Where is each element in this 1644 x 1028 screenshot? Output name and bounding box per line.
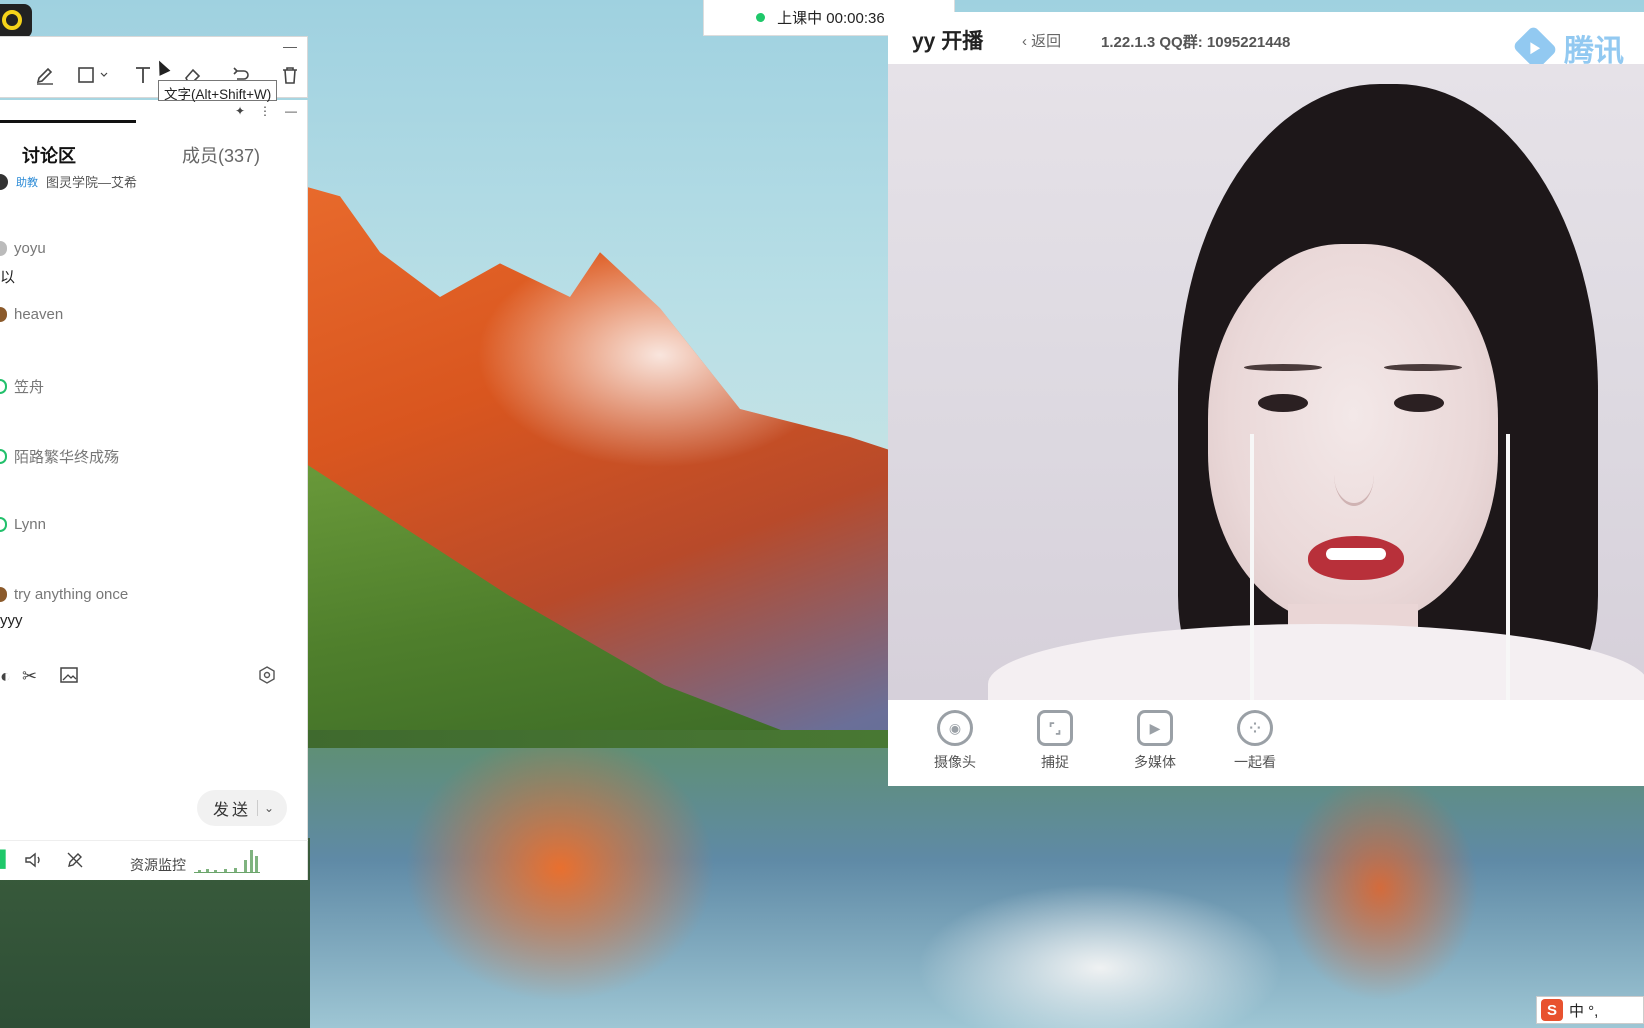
sogou-ime-icon: S [1541,999,1563,1021]
mute-edit-icon[interactable] [66,851,84,874]
avatar [0,379,7,394]
webcam-video [888,64,1644,700]
camera-label: 摄像头 [934,754,976,770]
timer-label: 上课中 00:00:36 [777,10,885,27]
assistant-name: 图灵学院—艾希 [46,175,138,190]
film-reel-icon: ⁘ [1237,710,1273,746]
avatar [0,517,7,532]
stream-toolbar: ◉ 摄像头 ⌜⌟ 捕捉 ▶ 多媒体 ⁘ 一起看 [888,700,1644,786]
chat-input-tools: ◐ ✂ [0,666,308,696]
version-info: 1.22.1.3 QQ群: 1095221448 [1101,34,1291,51]
avatar [0,587,7,602]
send-button[interactable]: 发送 ⌄ [197,790,287,826]
back-button[interactable]: ‹ 返回 [1022,30,1061,51]
more-icon[interactable]: ⋮ [259,104,271,118]
emoji-icon[interactable]: ◐ [0,666,11,687]
sender-name: heaven [14,306,64,323]
camera-icon: ◉ [937,710,973,746]
avatar [0,307,7,322]
earphone-cable [1506,434,1510,700]
capture-button[interactable]: ⌜⌟ 捕捉 [1020,710,1090,772]
mic-icon[interactable]: ▌ [0,851,11,869]
list-item: heaven [0,306,63,323]
stream-app-logo: yy 开播 [912,30,984,53]
list-item: 陌路繁华终成殇 [0,446,119,467]
app-logo-icon[interactable] [0,4,32,38]
avatar [0,241,7,256]
message-text: 以 [0,269,16,286]
tab-members[interactable]: 成员(337) [182,142,260,168]
list-item: 笠舟 [0,376,44,397]
send-label: 发送 [213,802,252,819]
watch-together-button[interactable]: ⁘ 一起看 [1220,710,1290,772]
capture-icon: ⌜⌟ [1037,710,1073,746]
resource-monitor-graph[interactable] [194,849,260,873]
assistant-badge: 助教 [16,176,38,189]
chevron-down-icon[interactable]: ⌄ [264,801,274,815]
pin-icon[interactable]: ✦ [235,104,245,118]
sender-name: yoyu [14,240,46,257]
list-item: try anything once yyy [0,586,128,629]
sender-name: 陌路繁华终成殇 [14,449,120,466]
watch-together-label: 一起看 [1234,754,1276,770]
sender-name: Lynn [14,516,46,533]
list-item: Lynn [0,516,46,533]
pen-icon[interactable] [20,61,69,89]
text-tool-tooltip: 文字(Alt+Shift+W) [158,80,278,102]
stream-header: yy 开播 ‹ 返回 1.22.1.3 QQ群: 1095221448 腾讯 [888,12,1644,71]
sender-name: try anything once [14,586,129,603]
list-item: yoyu 以 [0,240,46,287]
avatar [0,173,8,190]
ime-indicator[interactable]: S 中 °, [1536,996,1644,1024]
image-icon[interactable] [60,666,78,689]
ime-mode-text: 中 °, [1569,1002,1599,1020]
resource-monitor-label[interactable]: 资源监控 [130,855,186,875]
multimedia-label: 多媒体 [1134,754,1176,770]
toolbar-minimize-button[interactable]: — [283,39,297,53]
multimedia-button[interactable]: ▶ 多媒体 [1120,710,1190,772]
chat-panel: ✦ ⋮ — 讨论区 成员(337) 助教 图灵学院—艾希 yoyu 以 heav… [0,100,308,880]
rectangle-icon[interactable] [69,61,118,89]
avatar [0,449,7,464]
play-icon: ▶ [1137,710,1173,746]
active-tab-indicator [0,120,136,123]
capture-label: 捕捉 [1041,754,1069,770]
earphone-cable [1250,434,1254,700]
message-text: yyy [0,612,23,629]
live-status-icon [756,13,766,22]
camera-button[interactable]: ◉ 摄像头 [920,710,990,772]
scissors-icon[interactable]: ✂ [22,666,37,687]
speaker-icon[interactable] [24,851,42,874]
back-label: 返回 [1031,33,1062,50]
stream-window: yy 开播 ‹ 返回 1.22.1.3 QQ群: 1095221448 腾讯 ◉… [888,12,1644,786]
settings-icon[interactable] [258,666,276,689]
chat-status-bar: ▌ 资源监控 [0,840,308,880]
pinned-assistant: 助教 图灵学院—艾希 [0,172,137,191]
tab-discussion[interactable]: 讨论区 [22,142,76,168]
sender-name: 笠舟 [14,379,45,396]
chat-minimize-button[interactable]: — [285,104,297,118]
